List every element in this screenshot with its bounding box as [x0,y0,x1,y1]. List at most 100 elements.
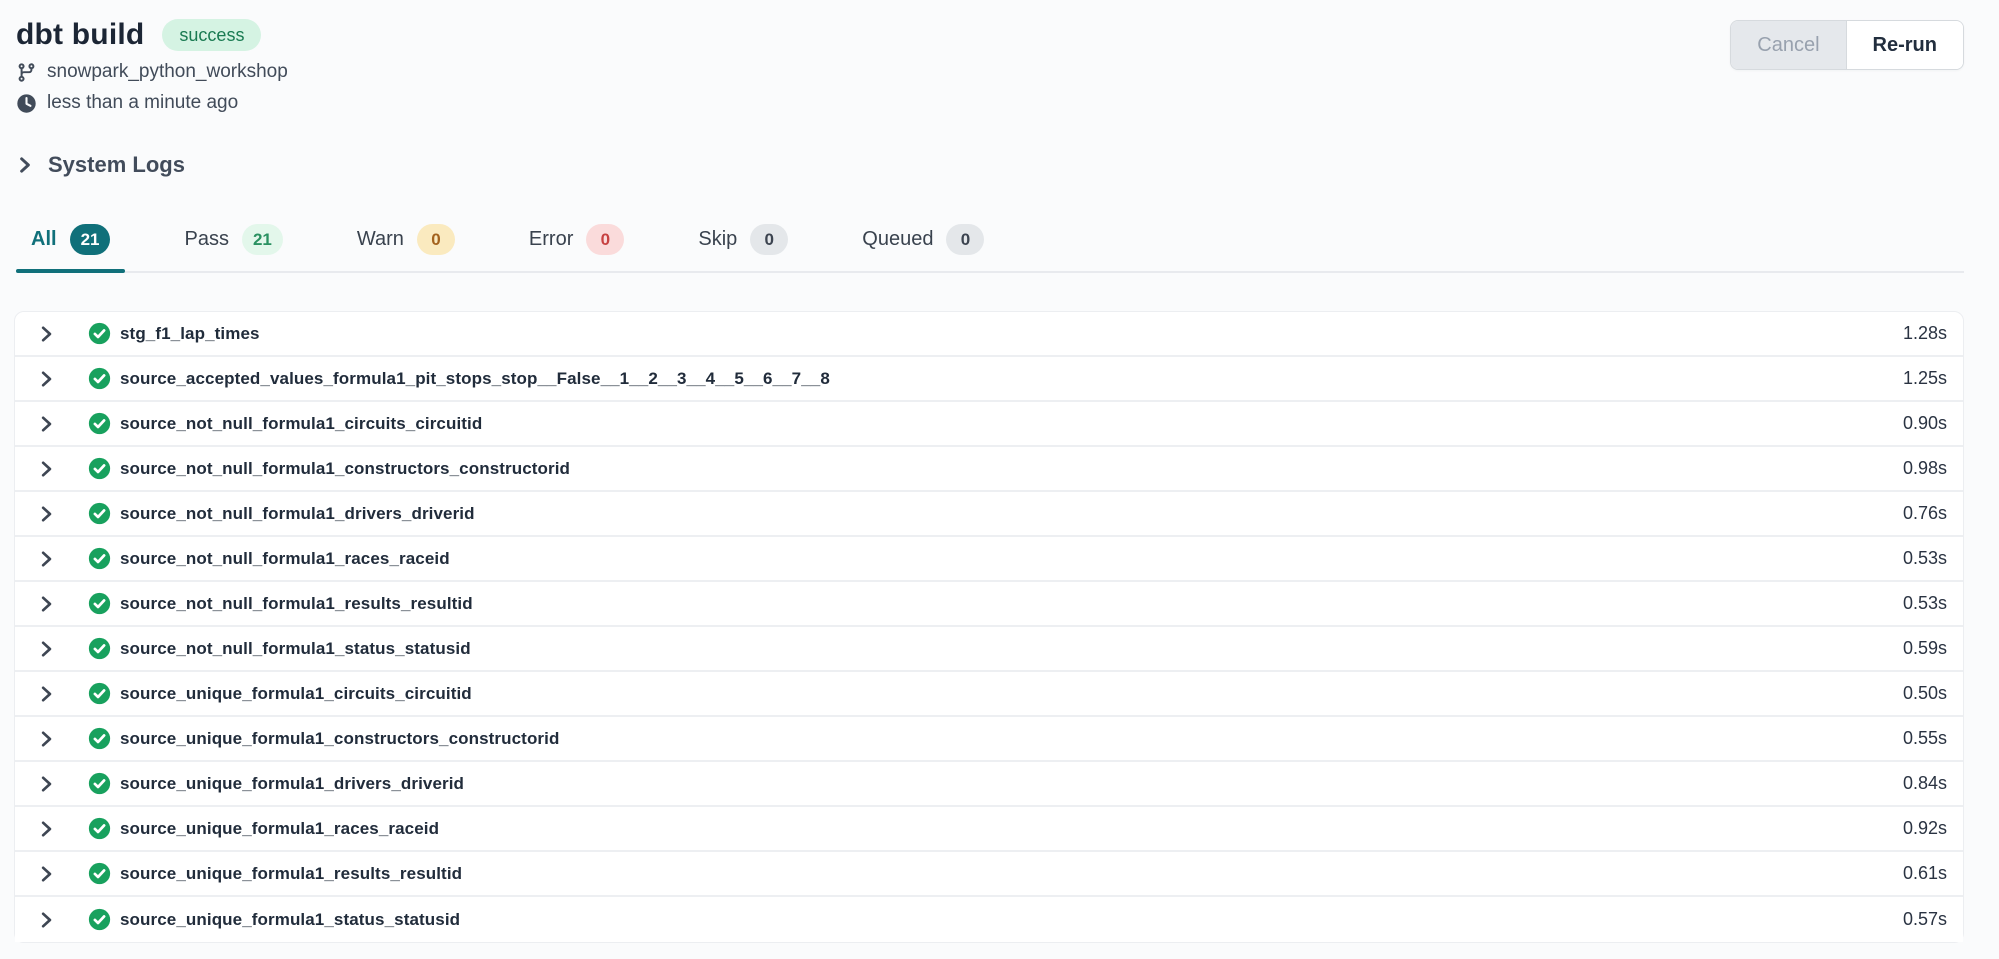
result-row[interactable]: source_not_null_formula1_circuits_circui… [15,402,1963,447]
run-detail-page: dbt build success snowpark_python_worksh… [0,0,1999,959]
result-name: source_accepted_values_formula1_pit_stop… [120,369,830,389]
check-circle-icon [88,322,111,345]
result-duration: 1.28s [1903,323,1947,344]
expand-chevron-icon[interactable] [37,415,55,433]
result-name: source_unique_formula1_drivers_driverid [120,774,464,794]
result-duration: 0.55s [1903,728,1947,749]
expand-chevron-icon[interactable] [37,775,55,793]
expand-chevron-icon[interactable] [37,865,55,883]
run-header: dbt build success snowpark_python_worksh… [16,18,1964,114]
system-logs-label: System Logs [48,152,185,178]
result-duration: 0.90s [1903,413,1947,434]
time-ago: less than a minute ago [47,92,238,114]
result-duration: 0.53s [1903,593,1947,614]
tab-label: Skip [698,228,737,251]
run-title-block: dbt build success snowpark_python_worksh… [16,18,288,114]
result-row[interactable]: source_not_null_formula1_constructors_co… [15,447,1963,492]
check-circle-icon [88,862,111,885]
clock-icon [16,93,37,114]
status-badge: success [162,19,261,51]
tab-count-badge: 0 [417,224,455,255]
result-row[interactable]: source_not_null_formula1_drivers_driveri… [15,492,1963,537]
result-duration: 0.61s [1903,863,1947,884]
result-name: source_unique_formula1_status_statusid [120,910,460,930]
result-duration: 0.84s [1903,773,1947,794]
result-name: source_not_null_formula1_circuits_circui… [120,414,482,434]
cancel-button[interactable]: Cancel [1731,21,1846,69]
tab-count-badge: 21 [70,224,111,255]
result-tabs: All 21 Pass 21 Warn 0 Error 0 Skip 0 [16,224,1964,273]
expand-chevron-icon[interactable] [37,820,55,838]
tab-pass[interactable]: Pass 21 [169,224,297,271]
expand-chevron-icon[interactable] [37,730,55,748]
tab-count-badge: 21 [242,224,283,255]
result-name: source_not_null_formula1_results_resulti… [120,594,473,614]
result-row[interactable]: source_accepted_values_formula1_pit_stop… [15,357,1963,402]
result-row[interactable]: source_unique_formula1_status_statusid 0… [15,897,1963,942]
result-duration: 0.92s [1903,818,1947,839]
expand-chevron-icon[interactable] [37,550,55,568]
title-row: dbt build success [16,18,288,52]
result-name: source_unique_formula1_results_resultid [120,864,462,884]
expand-chevron-icon[interactable] [37,505,55,523]
branch-row: snowpark_python_workshop [16,61,288,83]
expand-chevron-icon[interactable] [37,325,55,343]
result-duration: 0.59s [1903,638,1947,659]
result-name: source_not_null_formula1_status_statusid [120,639,471,659]
check-circle-icon [88,367,111,390]
result-name: stg_f1_lap_times [120,324,260,344]
tab-label: Pass [184,228,228,251]
results-list: stg_f1_lap_times 1.28s source_accepted_v… [14,311,1964,943]
tab-count-badge: 0 [946,224,984,255]
result-duration: 0.76s [1903,503,1947,524]
page-title: dbt build [16,18,144,52]
expand-chevron-icon[interactable] [37,685,55,703]
result-row[interactable]: stg_f1_lap_times 1.28s [15,312,1963,357]
result-duration: 0.57s [1903,909,1947,930]
tab-error[interactable]: Error 0 [514,224,639,271]
branch-name: snowpark_python_workshop [47,61,288,83]
check-circle-icon [88,908,111,931]
tab-queued[interactable]: Queued 0 [847,224,999,271]
result-row[interactable]: source_unique_formula1_drivers_driverid … [15,762,1963,807]
check-circle-icon [88,727,111,750]
expand-chevron-icon[interactable] [37,595,55,613]
result-row[interactable]: source_unique_formula1_circuits_circuiti… [15,672,1963,717]
git-branch-icon [16,62,37,83]
tab-label: Warn [357,228,404,251]
check-circle-icon [88,817,111,840]
result-name: source_not_null_formula1_drivers_driveri… [120,504,475,524]
check-circle-icon [88,682,111,705]
expand-chevron-icon[interactable] [37,370,55,388]
result-row[interactable]: source_not_null_formula1_status_statusid… [15,627,1963,672]
result-name: source_unique_formula1_constructors_cons… [120,729,559,749]
result-duration: 0.50s [1903,683,1947,704]
expand-chevron-icon[interactable] [37,911,55,929]
tab-warn[interactable]: Warn 0 [342,224,470,271]
check-circle-icon [88,637,111,660]
result-duration: 0.98s [1903,458,1947,479]
result-name: source_not_null_formula1_races_raceid [120,549,450,569]
result-name: source_unique_formula1_circuits_circuiti… [120,684,472,704]
check-circle-icon [88,547,111,570]
tab-label: Error [529,228,573,251]
check-circle-icon [88,457,111,480]
result-row[interactable]: source_not_null_formula1_races_raceid 0.… [15,537,1963,582]
tab-label: Queued [862,228,933,251]
check-circle-icon [88,592,111,615]
result-row[interactable]: source_unique_formula1_races_raceid 0.92… [15,807,1963,852]
check-circle-icon [88,772,111,795]
result-name: source_not_null_formula1_constructors_co… [120,459,570,479]
rerun-button[interactable]: Re-run [1847,21,1963,69]
tab-all[interactable]: All 21 [16,224,125,271]
expand-chevron-icon[interactable] [37,460,55,478]
expand-chevron-icon[interactable] [37,640,55,658]
tab-skip[interactable]: Skip 0 [683,224,803,271]
result-row[interactable]: source_unique_formula1_results_resultid … [15,852,1963,897]
system-logs-toggle[interactable]: System Logs [16,152,185,178]
result-row[interactable]: source_not_null_formula1_results_resulti… [15,582,1963,627]
result-row[interactable]: source_unique_formula1_constructors_cons… [15,717,1963,762]
run-actions: Cancel Re-run [1730,20,1964,70]
chevron-right-icon [16,156,34,174]
result-duration: 1.25s [1903,368,1947,389]
